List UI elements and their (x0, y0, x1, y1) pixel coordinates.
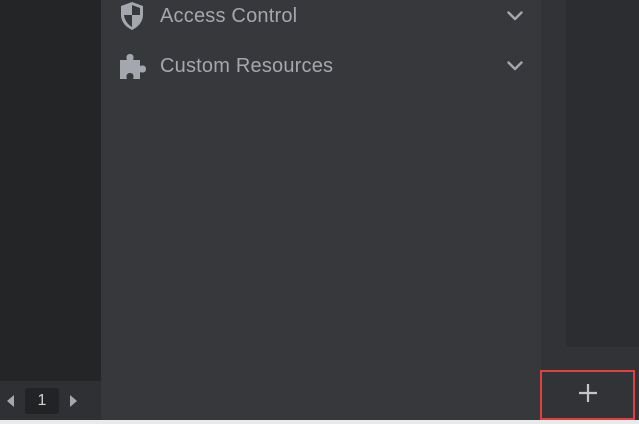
puzzle-icon (117, 51, 147, 81)
shield-icon (117, 1, 147, 31)
chevron-down-icon[interactable] (505, 56, 525, 76)
app-window: 1 Access Control Custom Resources (0, 0, 639, 424)
nav-item-access-control[interactable]: Access Control (101, 0, 541, 38)
right-content-pane (566, 0, 639, 347)
previous-page-button[interactable] (0, 381, 22, 420)
caret-right-icon (70, 394, 77, 407)
caret-left-icon (7, 394, 14, 407)
bottom-edge (0, 420, 639, 424)
nav-item-label: Access Control (160, 4, 298, 27)
add-button[interactable] (540, 370, 635, 420)
plus-icon (578, 383, 598, 408)
pagination: 1 (0, 381, 101, 420)
navigation-panel: Access Control Custom Resources (101, 0, 541, 420)
next-page-button[interactable] (62, 381, 84, 420)
nav-item-label: Custom Resources (160, 54, 334, 77)
nav-item-custom-resources[interactable]: Custom Resources (101, 44, 541, 88)
current-page-number[interactable]: 1 (25, 387, 59, 414)
chevron-down-icon[interactable] (505, 6, 525, 26)
left-pane (0, 0, 101, 381)
